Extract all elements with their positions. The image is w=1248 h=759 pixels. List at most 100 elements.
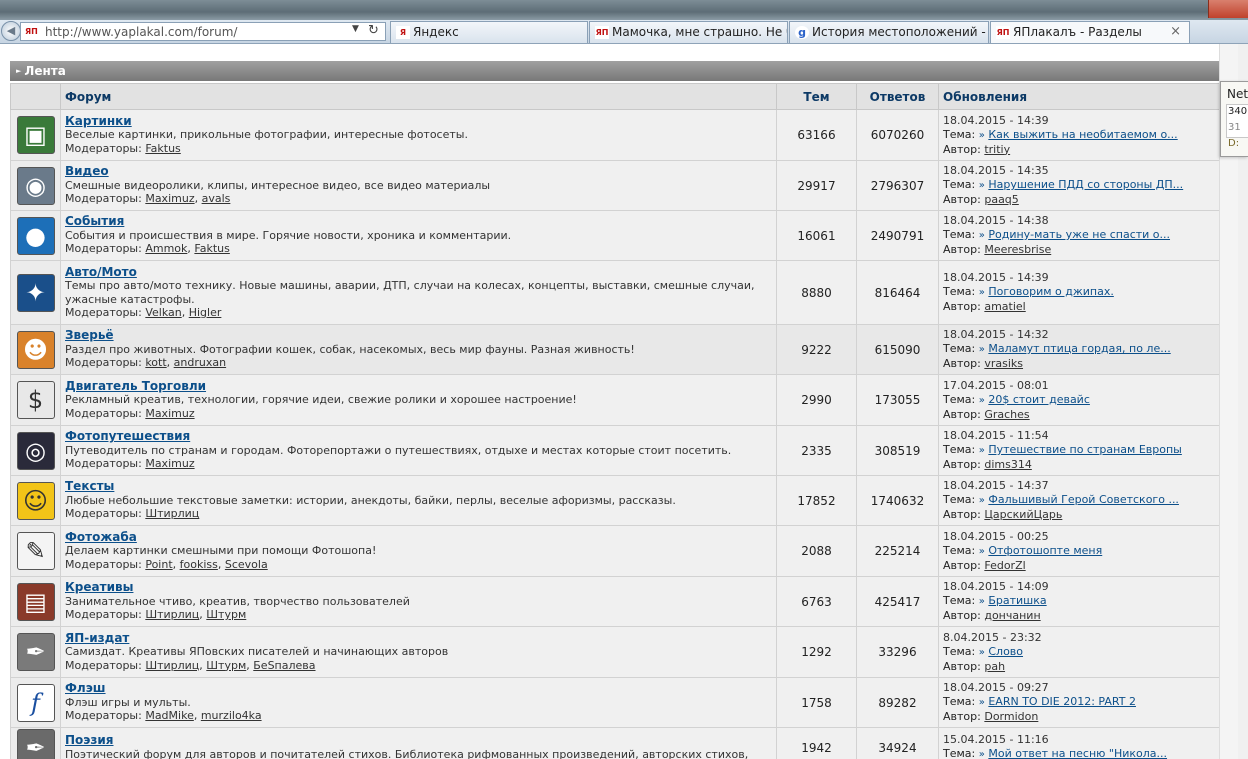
last-topic-link[interactable]: Родину-мать уже не спасти о... <box>988 228 1170 241</box>
author-link[interactable]: Graches <box>984 408 1029 421</box>
last-topic-link[interactable]: Братишка <box>988 594 1046 607</box>
moderator-link[interactable]: andruxan <box>174 356 226 369</box>
moderator-link[interactable]: Штирлиц <box>145 507 199 520</box>
tab-close-icon[interactable]: × <box>1170 24 1181 39</box>
flash-icon[interactable]: f <box>16 683 55 722</box>
forum-title-link[interactable]: Креативы <box>65 580 133 595</box>
last-topic-link[interactable]: Фальшивый Герой Советского ... <box>988 493 1179 506</box>
frog-icon[interactable]: ✎ <box>16 532 55 570</box>
moderator-link[interactable]: avals <box>202 192 231 205</box>
moderator-link[interactable]: Maximuz <box>145 407 194 420</box>
update-date: 18.04.2015 - 14:35 <box>943 164 1049 177</box>
browser-tab[interactable]: g История местоположений - ... <box>789 21 989 43</box>
cat-icon[interactable]: ☻ <box>16 330 55 369</box>
double-arrow-icon: » <box>978 749 985 759</box>
author-link[interactable]: FedorZl <box>984 559 1025 572</box>
last-topic-link[interactable]: Слово <box>988 645 1023 658</box>
last-topic-link[interactable]: Нарушение ПДД со стороны ДП... <box>988 178 1183 191</box>
forum-title-link[interactable]: Тексты <box>65 479 114 494</box>
moderator-link[interactable]: Scevola <box>225 558 268 571</box>
last-topic-link[interactable]: Поговорим о джипах. <box>988 285 1113 298</box>
author-link[interactable]: vrasiks <box>984 357 1023 370</box>
forum-update-cell: 8.04.2015 - 23:32 Тема: » Слово Автор: pah <box>938 626 1238 678</box>
moderator-link[interactable]: Point <box>145 558 172 571</box>
moderator-link[interactable]: Ammok <box>145 242 187 255</box>
author-link[interactable]: dims314 <box>984 458 1031 471</box>
quill-icon[interactable]: ✒ <box>16 728 55 759</box>
forum-title-link[interactable]: Двигатель Торговли <box>65 379 206 393</box>
forum-title-link[interactable]: Фотожаба <box>65 530 137 544</box>
author-link[interactable]: pah <box>984 660 1005 673</box>
browser-tab[interactable]: Я Яндекс <box>390 21 588 43</box>
tooltip-value-1: 340 <box>1228 106 1248 117</box>
dollar-icon[interactable]: $ <box>16 381 55 419</box>
moderator-link[interactable]: Штурм <box>206 659 246 672</box>
moderator-link[interactable]: Maximuz <box>145 457 194 470</box>
moderator-link[interactable]: MadMike <box>145 709 194 722</box>
moderator-link[interactable]: Штирлиц <box>145 659 199 672</box>
author-link[interactable]: amatiel <box>984 300 1025 313</box>
moderator-link[interactable]: Штурм <box>206 608 246 621</box>
back-button[interactable]: ◀ <box>1 21 21 41</box>
globe-icon[interactable]: ● <box>16 216 55 255</box>
smiley-icon[interactable]: ☺ <box>16 481 55 520</box>
author-link[interactable]: Meeresbrise <box>984 243 1051 256</box>
moderator-link[interactable]: kott <box>145 356 166 369</box>
author-link[interactable]: tritiy <box>984 143 1010 156</box>
forum-description: Путеводитель по странам и городам. Фотор… <box>65 443 732 457</box>
forum-title-link[interactable]: Зверьё <box>65 328 114 343</box>
wheel-icon[interactable]: ✦ <box>16 273 55 312</box>
last-topic-link[interactable]: 20$ стоит девайс <box>988 393 1090 406</box>
forum-title-link[interactable]: События <box>65 214 124 229</box>
forum-topics-count: 63166 <box>776 109 857 161</box>
last-topic-link[interactable]: Мой ответ на песню "Никола... <box>988 747 1167 759</box>
triangle-right-icon: ► <box>16 67 22 75</box>
moderator-link[interactable]: Maximuz <box>145 192 194 205</box>
section-header[interactable]: ► Лента <box>10 61 1238 81</box>
last-topic-link[interactable]: Маламут птица гордая, по ле... <box>988 342 1170 355</box>
forum-title-link[interactable]: Флэш <box>65 681 106 696</box>
moderator-link[interactable]: Velkan <box>145 306 181 319</box>
last-topic-link[interactable]: Отфотошопте меня <box>988 544 1102 557</box>
refresh-icon[interactable]: ↻ <box>368 23 379 38</box>
moderator-link[interactable]: Higler <box>189 306 222 319</box>
forum-icon-cell: ✒ <box>10 727 61 759</box>
last-topic-link[interactable]: Как выжить на необитаемом о... <box>988 128 1177 141</box>
pictures-icon[interactable]: ▣ <box>16 116 55 154</box>
moderator-link[interactable]: Faktus <box>145 142 180 155</box>
forum-title-link[interactable]: Картинки <box>65 114 132 128</box>
forum-update-cell: 18.04.2015 - 14:38 Тема: » Родину-мать уж… <box>938 210 1238 261</box>
address-dropdown-icon[interactable]: ▼ <box>352 24 359 34</box>
quill-icon[interactable]: ✒ <box>16 633 55 671</box>
forum-title-link[interactable]: Фотопутешествия <box>65 429 190 444</box>
last-topic-link[interactable]: EARN TO DIE 2012: PART 2 <box>988 695 1136 708</box>
window-close-button[interactable] <box>1208 0 1248 18</box>
author-link[interactable]: ЦарскийЦарь <box>984 508 1062 521</box>
author-link[interactable]: дончанин <box>984 609 1040 622</box>
tab-label: Яндекс <box>413 25 459 39</box>
moderator-link[interactable]: fookiss <box>180 558 218 571</box>
forum-topics-count: 2990 <box>776 374 857 426</box>
camera-lens-icon[interactable]: ◎ <box>16 431 55 470</box>
forum-replies-count: 89282 <box>856 677 939 728</box>
film-reel-icon[interactable]: ◉ <box>16 166 55 205</box>
author-link[interactable]: paaq5 <box>984 193 1018 206</box>
forum-title-link[interactable]: Видео <box>65 164 109 179</box>
address-bar[interactable]: ЯП http://www.yaplakal.com/forum/ ▼ ↻ <box>20 22 386 41</box>
last-topic-link[interactable]: Путешествие по странам Европы <box>988 443 1182 456</box>
address-url[interactable]: http://www.yaplakal.com/forum/ <box>45 25 237 39</box>
author-label: Автор: <box>943 357 981 370</box>
browser-tab[interactable]: ЯП ЯПлакалъ - Разделы × <box>990 21 1190 43</box>
browser-tab[interactable]: ЯП Мамочка, мне страшно. Не б... <box>589 21 788 43</box>
moderator-link[interactable]: murzilo4ka <box>201 709 262 722</box>
moderator-link[interactable]: Faktus <box>194 242 229 255</box>
books-icon[interactable]: ▤ <box>16 582 55 621</box>
forum-title-link[interactable]: Поэзия <box>65 733 114 747</box>
forum-title-link[interactable]: Авто/Мото <box>65 265 137 279</box>
forum-replies-count: 6070260 <box>856 109 939 161</box>
author-link[interactable]: Dormidon <box>984 710 1038 723</box>
double-arrow-icon: » <box>978 230 985 241</box>
moderator-link[interactable]: БеSпалева <box>253 659 315 672</box>
forum-title-link[interactable]: ЯП-издат <box>65 631 129 645</box>
moderator-link[interactable]: Штирлиц <box>145 608 199 621</box>
